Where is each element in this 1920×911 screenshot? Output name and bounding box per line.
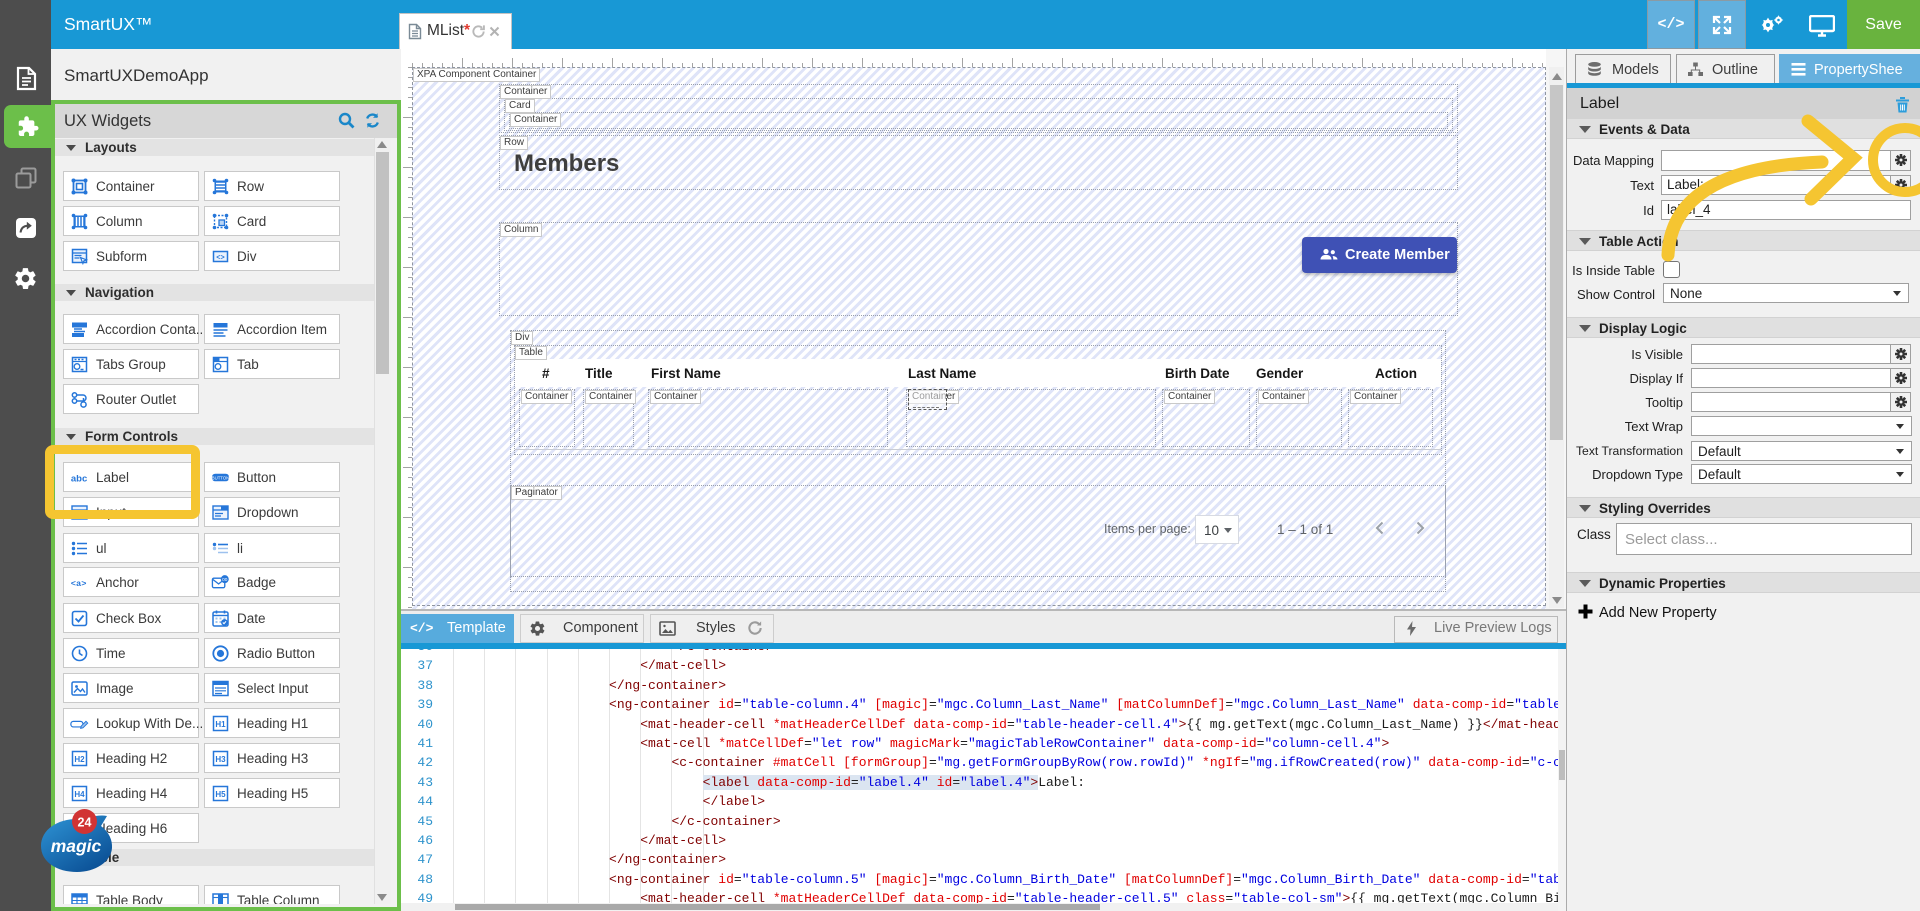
svg-text:magic: magic <box>51 836 102 856</box>
svg-text:24: 24 <box>78 816 92 830</box>
